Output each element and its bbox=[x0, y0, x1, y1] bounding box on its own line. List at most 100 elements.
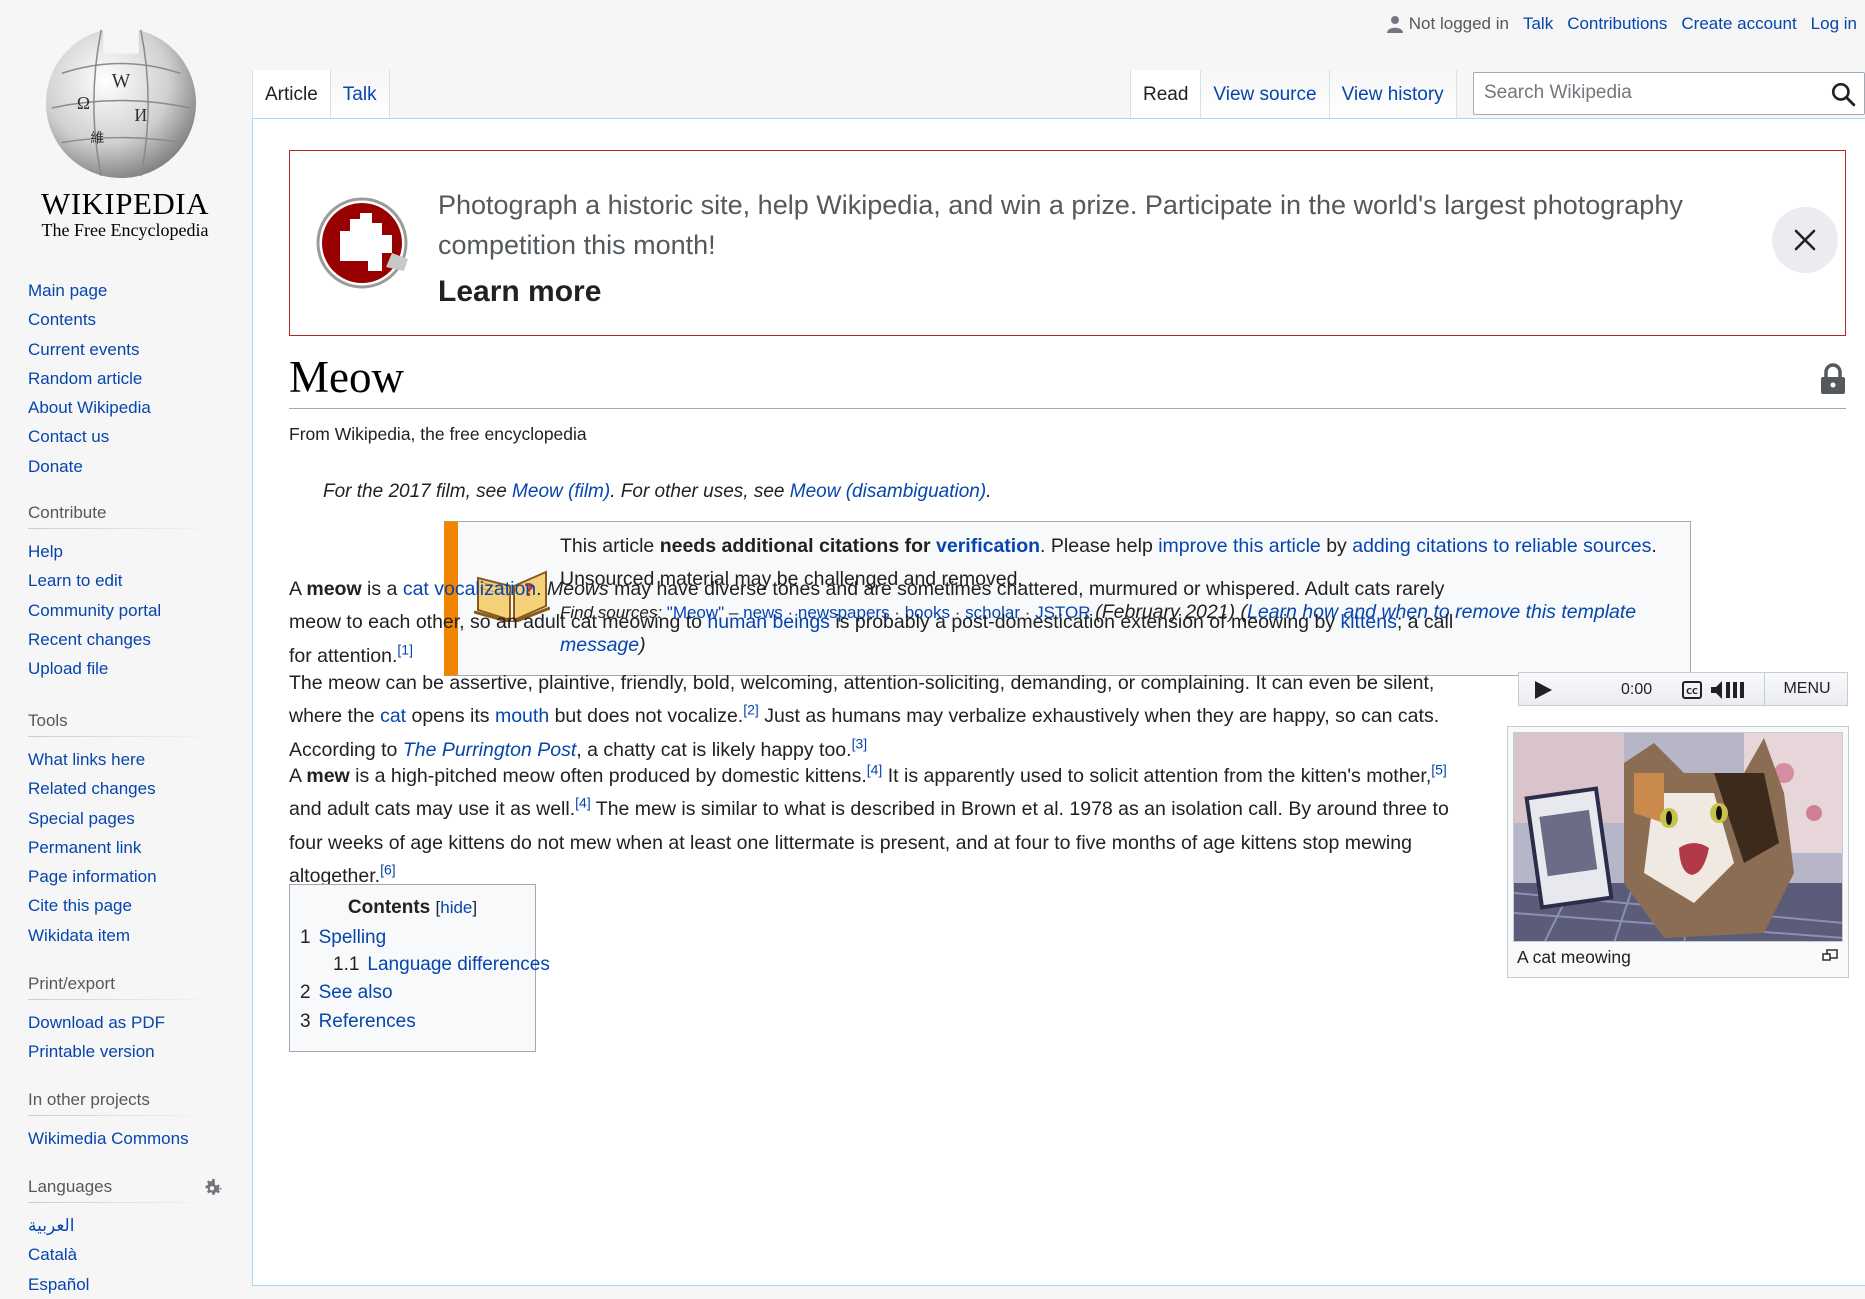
link-purrington-post[interactable]: The Purrington Post bbox=[403, 739, 576, 761]
nav-link-wikimedia-commons[interactable]: Wikimedia Commons bbox=[28, 1129, 189, 1148]
portal-heading-projects: In other projects bbox=[28, 1090, 218, 1116]
enlarge-icon[interactable] bbox=[1822, 949, 1838, 961]
reference-link[interactable]: [4] bbox=[867, 762, 883, 778]
toc-link-see-also[interactable]: See also bbox=[319, 982, 393, 1003]
logo-wordmark: WIKIPEDIA bbox=[40, 186, 210, 221]
reference-link[interactable]: [5] bbox=[1431, 762, 1447, 778]
toc-number: 1 bbox=[300, 927, 311, 948]
link-mouth[interactable]: mouth bbox=[495, 705, 549, 727]
tab-view-history[interactable]: View history bbox=[1329, 70, 1457, 118]
nav-link-contents[interactable]: Contents bbox=[28, 310, 96, 329]
search-input[interactable] bbox=[1474, 73, 1814, 113]
toc-item[interactable]: 1 Spelling bbox=[300, 927, 386, 949]
notice-text-segment: This article bbox=[560, 535, 660, 557]
toc-item[interactable]: 3 References bbox=[300, 1011, 416, 1033]
toc-link-language-differences[interactable]: Language differences bbox=[367, 954, 549, 975]
personal-link-talk[interactable]: Talk bbox=[1523, 14, 1553, 34]
nav-item[interactable]: Main page bbox=[28, 276, 218, 305]
nav-link-download-pdf[interactable]: Download as PDF bbox=[28, 1013, 165, 1032]
toc-hide-toggle[interactable]: hide bbox=[440, 898, 472, 917]
nav-link-special-pages[interactable]: Special pages bbox=[28, 809, 135, 828]
nav-link-wikidata-item[interactable]: Wikidata item bbox=[28, 926, 130, 945]
reference-link[interactable]: [1] bbox=[397, 641, 413, 657]
text: is probably a post-domestication extensi… bbox=[829, 611, 1341, 634]
paragraph-2: The meow can be assertive, plaintive, fr… bbox=[289, 667, 1479, 767]
text: is a high-pitched meow often produced by… bbox=[349, 765, 867, 787]
reference-link[interactable]: [3] bbox=[852, 735, 868, 751]
reference-link[interactable]: [2] bbox=[743, 702, 759, 718]
nav-item[interactable]: Donate bbox=[28, 452, 218, 481]
nav-link-permanent-link[interactable]: Permanent link bbox=[28, 838, 141, 857]
nav-link-upload-file[interactable]: Upload file bbox=[28, 659, 108, 678]
toc-item[interactable]: 1.1 Language differences bbox=[333, 954, 550, 976]
text: A bbox=[289, 765, 307, 787]
nav-link-current-events[interactable]: Current events bbox=[28, 340, 140, 359]
nav-link-cite-this-page[interactable]: Cite this page bbox=[28, 896, 132, 915]
nav-link-related-changes[interactable]: Related changes bbox=[28, 779, 156, 798]
view-tabs: Read View source View history bbox=[1130, 70, 1457, 118]
lang-link-spanish[interactable]: Español bbox=[28, 1275, 89, 1294]
reference-link[interactable]: [4] bbox=[575, 795, 591, 811]
captions-icon[interactable]: CC bbox=[1682, 680, 1702, 700]
log-in-link[interactable]: Log in bbox=[1811, 14, 1857, 34]
nav-link-what-links-here[interactable]: What links here bbox=[28, 750, 145, 769]
nav-link-printable-version[interactable]: Printable version bbox=[28, 1042, 155, 1061]
svg-text:W: W bbox=[112, 70, 131, 92]
banner-close-button[interactable] bbox=[1772, 207, 1838, 273]
svg-text:CC: CC bbox=[1686, 687, 1698, 696]
link-cat-vocalization[interactable]: cat vocalization bbox=[403, 578, 536, 600]
nav-link-learn-to-edit[interactable]: Learn to edit bbox=[28, 571, 123, 590]
nav-link-random-article[interactable]: Random article bbox=[28, 369, 142, 388]
nav-item[interactable]: Current events bbox=[28, 335, 218, 364]
nav-item[interactable]: Contact us bbox=[28, 422, 218, 451]
reference-link[interactable]: [6] bbox=[380, 861, 396, 877]
nav-link-contact[interactable]: Contact us bbox=[28, 427, 109, 446]
toc-item[interactable]: 2 See also bbox=[300, 982, 393, 1004]
volume-icon[interactable] bbox=[1710, 679, 1748, 701]
tab-article[interactable]: Article bbox=[252, 70, 331, 118]
nav-link-donate[interactable]: Donate bbox=[28, 457, 83, 476]
adding-citations-link[interactable]: adding citations to reliable sources bbox=[1352, 535, 1651, 557]
svg-text:И: И bbox=[134, 105, 147, 125]
link-human-beings[interactable]: human beings bbox=[707, 611, 830, 633]
toc-link-references[interactable]: References bbox=[319, 1011, 416, 1032]
search-icon[interactable] bbox=[1830, 81, 1856, 107]
hatnote-link-film[interactable]: Meow (film) bbox=[512, 481, 610, 502]
lang-link-catalan[interactable]: Català bbox=[28, 1245, 77, 1264]
nav-link-main-page[interactable]: Main page bbox=[28, 281, 107, 300]
nav-link-about[interactable]: About Wikipedia bbox=[28, 398, 151, 417]
wikipedia-logo[interactable]: W Ω И 維 WIKIPEDIA The Free Encyclopedia bbox=[30, 14, 220, 240]
link-kittens[interactable]: kittens bbox=[1340, 611, 1396, 633]
nav-portal-projects: In other projects Wikimedia Commons bbox=[28, 1090, 218, 1153]
tab-talk[interactable]: Talk bbox=[330, 70, 390, 118]
nav-link-page-information[interactable]: Page information bbox=[28, 867, 157, 886]
svg-text:維: 維 bbox=[90, 131, 104, 147]
search-box bbox=[1473, 72, 1865, 115]
nav-link-community-portal[interactable]: Community portal bbox=[28, 601, 161, 620]
hatnote-link-disambiguation[interactable]: Meow (disambiguation) bbox=[790, 481, 986, 502]
lang-link-arabic[interactable]: العربية bbox=[28, 1216, 74, 1235]
nav-item[interactable]: Random article bbox=[28, 364, 218, 393]
nav-item[interactable]: Contents bbox=[28, 305, 218, 334]
text: A bbox=[289, 578, 307, 600]
personal-link-contributions[interactable]: Contributions bbox=[1567, 14, 1667, 34]
player-time: 0:00 bbox=[1621, 681, 1653, 698]
verification-link[interactable]: verification bbox=[936, 535, 1040, 557]
player-menu-button[interactable]: MENU bbox=[1764, 673, 1849, 705]
improve-article-link[interactable]: improve this article bbox=[1158, 535, 1321, 557]
cat-meowing-video-thumbnail[interactable] bbox=[1513, 732, 1843, 942]
not-logged-in-label: Not logged in bbox=[1408, 14, 1509, 33]
link-cat[interactable]: cat bbox=[380, 705, 406, 727]
banner-learn-more-link[interactable]: Learn more bbox=[438, 275, 601, 309]
toc-link-spelling[interactable]: Spelling bbox=[319, 927, 387, 948]
nav-item[interactable]: About Wikipedia bbox=[28, 393, 218, 422]
gear-icon[interactable] bbox=[200, 1175, 224, 1199]
play-icon[interactable] bbox=[1533, 680, 1553, 700]
portal-heading-languages: Languages bbox=[28, 1177, 218, 1203]
tab-view-source[interactable]: View source bbox=[1201, 70, 1330, 118]
nav-link-recent-changes[interactable]: Recent changes bbox=[28, 630, 151, 649]
tab-read[interactable]: Read bbox=[1130, 70, 1202, 118]
lock-icon[interactable] bbox=[1820, 363, 1846, 395]
nav-link-help[interactable]: Help bbox=[28, 542, 63, 561]
create-account-link[interactable]: Create account bbox=[1681, 14, 1796, 34]
